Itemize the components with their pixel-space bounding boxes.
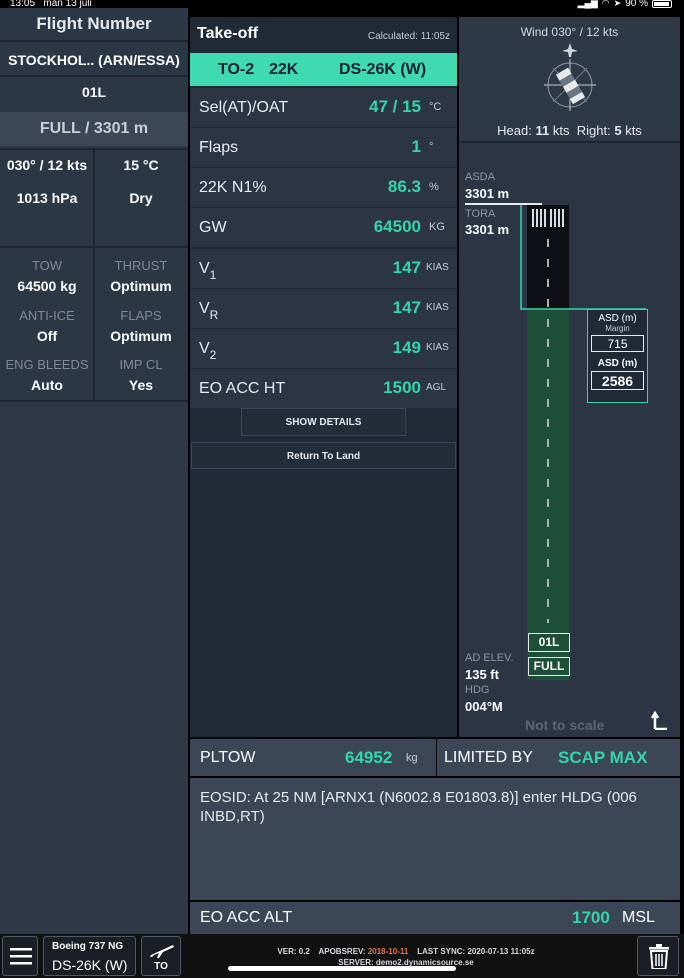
anti-ice-value[interactable]: Off xyxy=(0,328,94,344)
temperature-value[interactable]: 15 °C xyxy=(94,157,188,173)
tow-label: TOW xyxy=(31,258,63,273)
thrust-value[interactable]: Optimum xyxy=(94,278,188,294)
not-to-scale-label: Not to scale xyxy=(525,717,605,733)
runway-name[interactable]: 01L xyxy=(0,84,188,100)
vr-value: 147 xyxy=(392,298,421,317)
apobs-date: 2018-10-11 xyxy=(367,947,409,956)
asda-value: 3301 m xyxy=(465,186,510,201)
imp-cl-value[interactable]: Yes xyxy=(94,377,188,393)
limited-by-bar: LIMITED BY SCAP MAX xyxy=(437,739,680,776)
hdg-label: HDG xyxy=(465,684,490,696)
aircraft-type: Boeing 737 NG xyxy=(52,941,124,952)
v2-row: V2 149 KIAS xyxy=(190,329,457,368)
aircraft-engine: DS-26K (W) xyxy=(52,957,128,973)
tow-value[interactable]: 64500 kg xyxy=(0,278,94,294)
eosid-text: EOSID: At 25 NM [ARNX1 (N6002.8 E01803.8… xyxy=(190,778,680,900)
eo-acc-ht-row: EO ACC HT 1500 AGL xyxy=(190,369,457,408)
v1-value: 147 xyxy=(392,258,421,277)
takeoff-panel: Take-off Calculated: 11:05z TO-2 22K DS-… xyxy=(190,17,457,737)
qnh-value[interactable]: 1013 hPa xyxy=(0,190,94,206)
aircraft-selector[interactable]: Boeing 737 NG DS-26K (W) xyxy=(43,936,136,976)
home-indicator[interactable] xyxy=(228,966,456,971)
runway-full-tag[interactable]: FULL xyxy=(528,657,570,676)
ad-elev-label: AD ELEV. xyxy=(465,652,514,664)
crosswind-value: 5 xyxy=(614,123,622,138)
turn-arrow-icon[interactable] xyxy=(651,710,669,730)
eo-acc-ht-value: 1500 xyxy=(383,378,421,397)
pltow-value: 64952 xyxy=(345,748,393,767)
footer-bar: Boeing 737 NG DS-26K (W) TO VER: 0.2 APO… xyxy=(0,934,684,978)
flaps-label: FLAPS xyxy=(120,308,162,323)
last-sync: 2020-07-13 11:05z xyxy=(467,947,535,956)
show-details-button[interactable]: SHOW DETAILS xyxy=(241,408,406,436)
runway-length[interactable]: FULL / 3301 m xyxy=(0,112,188,146)
takeoff-mode: TO-2 xyxy=(218,61,255,78)
sel-oat-row: Sel(AT)/OAT 47 / 15 °C xyxy=(190,88,457,127)
takeoff-engine: DS-26K (W) xyxy=(339,61,427,78)
wind-title: Wind 030° / 12 kts xyxy=(520,25,619,39)
wind-value[interactable]: 030° / 12 kts xyxy=(0,157,94,173)
airport-name[interactable]: STOCKHOL.. (ARN/ESSA) xyxy=(0,52,188,68)
headwind-crosswind: Head: 11 kts Right: 5 kts xyxy=(497,123,642,138)
menu-button[interactable] xyxy=(2,936,38,976)
takeoff-thrust: 22K xyxy=(269,61,299,78)
surface-condition[interactable]: Dry xyxy=(94,190,188,206)
return-to-land-button[interactable]: Return To Land xyxy=(191,442,456,469)
version-info: VER: 0.2 APOBSREV: 2018-10-11 LAST SYNC:… xyxy=(277,947,535,956)
gw-row: GW 64500 KG xyxy=(190,208,457,247)
anti-ice-label: ANTI-ICE xyxy=(19,308,75,323)
takeoff-title: Take-off xyxy=(197,25,259,42)
v2-value: 149 xyxy=(392,338,421,357)
takeoff-mode-button[interactable]: TO xyxy=(141,936,181,976)
ad-elev-value: 135 ft xyxy=(465,667,499,682)
runway-tag[interactable]: 01L xyxy=(528,633,570,652)
thrust-label: THRUST xyxy=(114,258,168,273)
battery-percent: 90 % xyxy=(625,0,648,9)
flaps-row: Flaps 1 ° xyxy=(190,128,457,167)
n1-value: 86.3 xyxy=(387,177,421,196)
sel-oat-value: 47 / 15 xyxy=(369,97,421,116)
asd-margin-value: 715 xyxy=(591,335,644,352)
flaps-value: 1 xyxy=(411,137,421,156)
v1-row: V1 147 KIAS xyxy=(190,249,457,288)
n1-row: 22K N1% 86.3 % xyxy=(190,168,457,207)
left-empty-area xyxy=(0,400,188,938)
tora-label: TORA xyxy=(465,208,496,220)
limited-by-value: SCAP MAX xyxy=(558,748,648,767)
pltow-bar: PLTOW 64952 kg xyxy=(190,739,436,776)
trash-icon xyxy=(649,944,669,969)
eng-bleeds-value[interactable]: Auto xyxy=(0,377,94,393)
location-icon: ➤ xyxy=(613,0,622,8)
imp-cl-label: IMP CL xyxy=(119,357,163,372)
eo-acc-alt-bar: EO ACC ALT 1700 MSL xyxy=(190,902,680,934)
tora-value: 3301 m xyxy=(465,222,510,237)
eng-bleeds-label: ENG BLEEDS xyxy=(5,357,89,372)
eo-acc-alt-value: 1700 xyxy=(572,908,610,927)
windsock-icon xyxy=(544,43,596,111)
hdg-value: 004°M xyxy=(465,699,503,714)
signal-icon: ▂▄▆ xyxy=(577,0,598,8)
headwind-value: 11 xyxy=(535,123,550,138)
delete-button[interactable] xyxy=(637,936,679,976)
vr-row: VR 147 KIAS xyxy=(190,289,457,328)
runway-panel: Wind 030° / 12 kts Head: 11 kts Right: 5… xyxy=(459,17,680,737)
takeoff-plane-icon xyxy=(150,945,174,958)
asd-box: ASD (m) Margin 715 ASD (m) 2586 xyxy=(587,309,648,403)
runway-diagram xyxy=(520,205,646,680)
takeoff-config-bar[interactable]: TO-2 22K DS-26K (W) xyxy=(190,53,457,86)
hamburger-icon xyxy=(10,948,32,965)
flaps-config-value[interactable]: Optimum xyxy=(94,328,188,344)
asd-value: 2586 xyxy=(591,371,644,390)
flight-number-title[interactable]: Flight Number xyxy=(0,14,188,34)
asda-label: ASDA xyxy=(465,171,495,183)
gw-value: 64500 xyxy=(373,217,421,236)
wifi-icon: ◠ xyxy=(601,0,610,8)
battery-icon xyxy=(652,0,672,8)
calculated-time: Calculated: 11:05z xyxy=(367,31,450,42)
wind-box: Wind 030° / 12 kts Head: 11 kts Right: 5… xyxy=(459,17,680,143)
flight-summary-panel: Flight Number STOCKHOL.. (ARN/ESSA) 01L … xyxy=(0,8,188,938)
